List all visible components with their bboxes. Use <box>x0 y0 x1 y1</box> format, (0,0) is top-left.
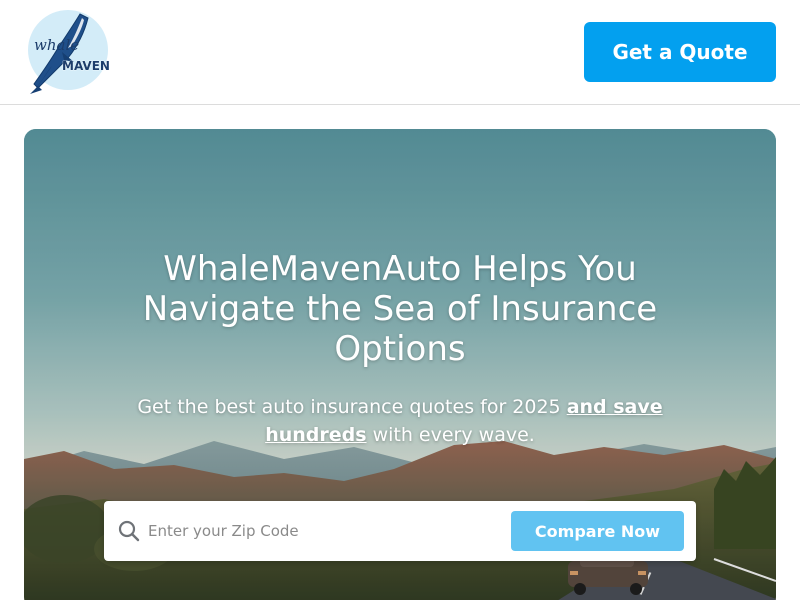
zip-search-bar: Compare Now <box>104 501 696 561</box>
site-header: whale MAVEN Get a Quote <box>0 0 800 105</box>
hero-title: WhaleMavenAuto Helps You Navigate the Se… <box>142 249 658 369</box>
hero-subtitle: Get the best auto insurance quotes for 2… <box>104 393 696 449</box>
hero-banner: WhaleMavenAuto Helps You Navigate the Se… <box>24 129 776 600</box>
search-icon <box>118 520 140 542</box>
logo-text-maven: MAVEN <box>62 59 110 73</box>
zip-code-input[interactable] <box>148 515 488 547</box>
get-a-quote-button[interactable]: Get a Quote <box>584 22 776 82</box>
hero-subtitle-suffix: with every wave. <box>366 424 535 446</box>
whale-maven-logo[interactable]: whale MAVEN <box>22 8 114 96</box>
hero-subtitle-prefix: Get the best auto insurance quotes for 2… <box>137 396 567 418</box>
logo-graphic: whale MAVEN <box>28 10 110 94</box>
compare-now-button[interactable]: Compare Now <box>511 511 684 551</box>
logo-text-whale: whale <box>34 36 79 54</box>
